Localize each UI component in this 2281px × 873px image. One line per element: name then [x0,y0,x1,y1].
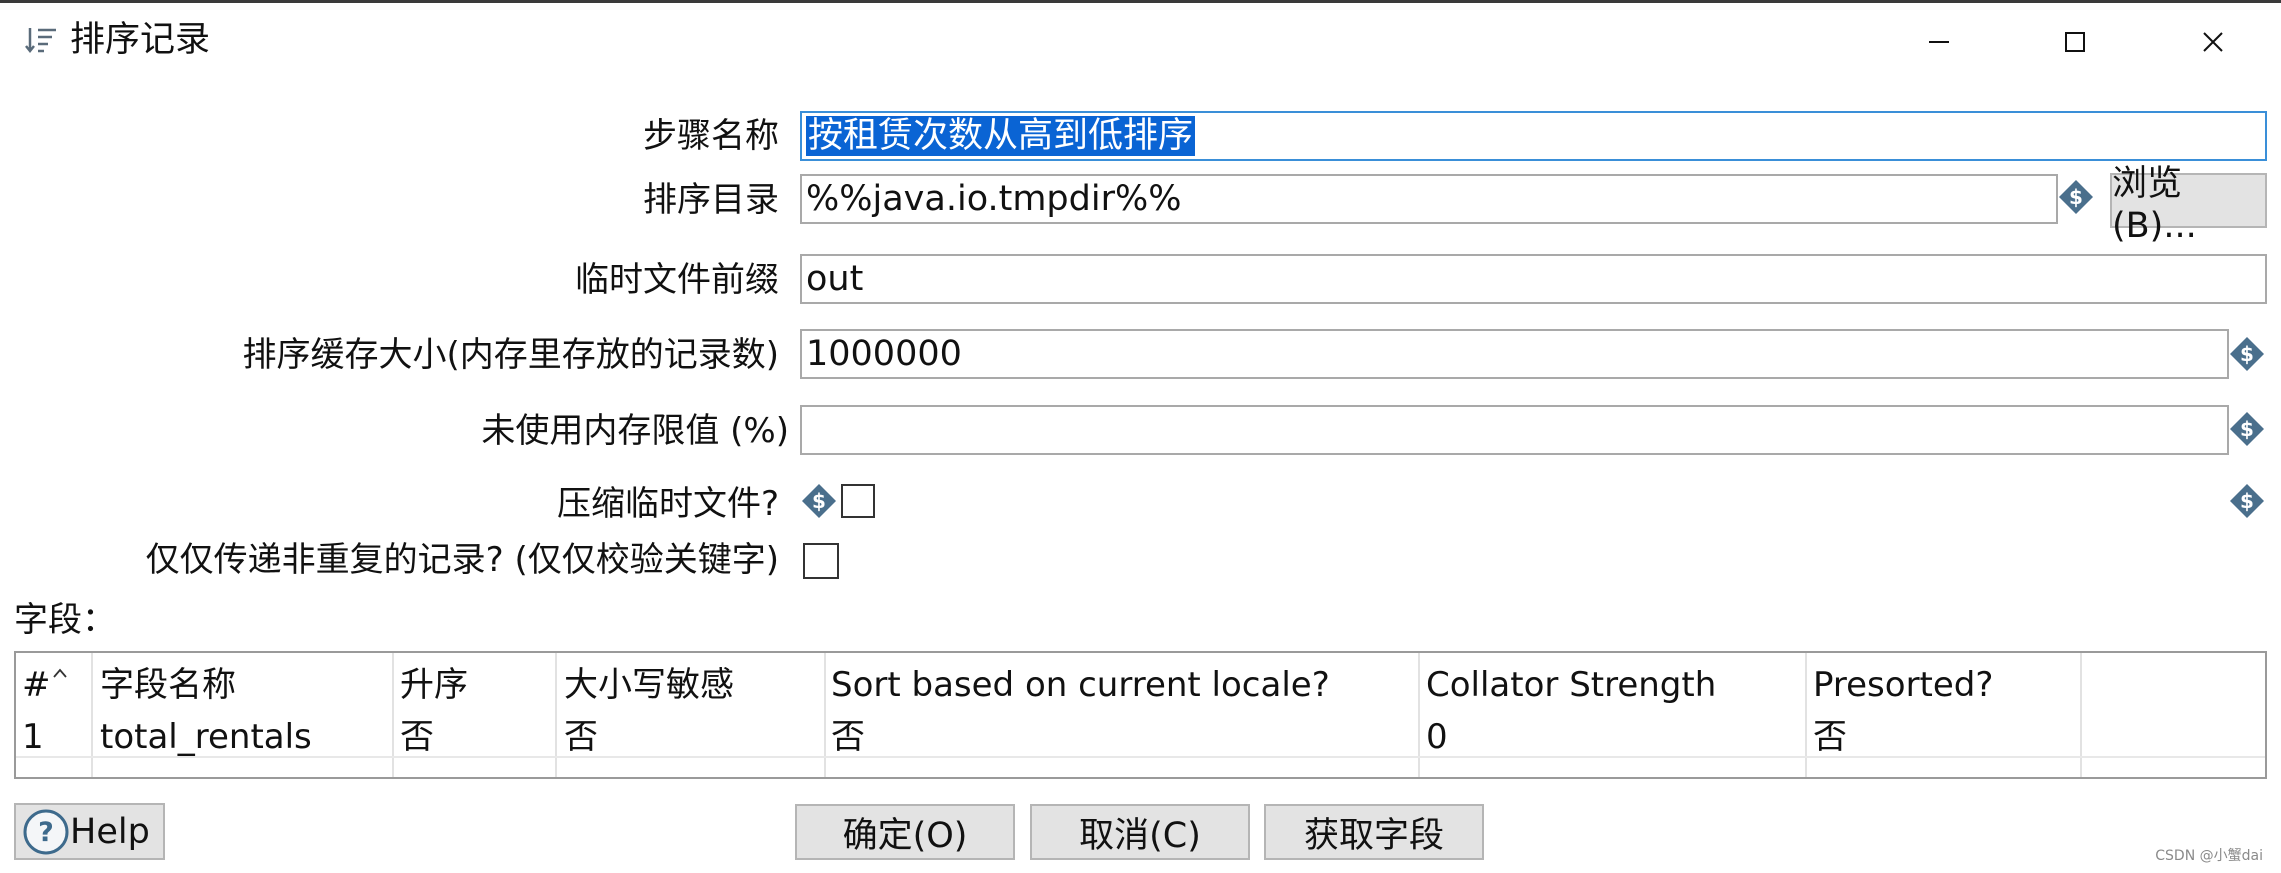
column-header-field-name[interactable]: 字段名称 [100,663,236,707]
browse-button-label: 浏览(B)... [2112,164,2197,246]
column-divider [392,653,394,777]
column-divider [824,653,826,777]
column-header-case-sensitive[interactable]: 大小写敏感 [564,663,734,707]
column-header-presorted[interactable]: Presorted? [1813,663,1993,707]
minimize-icon [1929,41,1949,43]
window-title: 排序记录 [70,20,211,60]
variable-icon[interactable]: $ [2057,178,2095,216]
step-name-input[interactable]: 按租赁次数从高到低排序 [800,111,2267,161]
table-cell-index[interactable]: 1 [22,715,44,759]
temp-prefix-label: 临时文件前缀 [575,260,779,300]
row-divider [16,756,2265,758]
step-name-label: 步骤名称 [643,116,779,156]
get-fields-button[interactable]: 获取字段 [1264,804,1484,860]
svg-text:$: $ [2069,185,2083,209]
temp-prefix-input[interactable]: out [800,254,2267,304]
maximize-button[interactable] [2040,14,2110,70]
column-header-index-label: # [22,665,51,705]
minimize-button[interactable] [1904,14,1974,70]
window-top-border [0,0,2281,3]
column-divider [555,653,557,777]
svg-text:$: $ [2240,489,2254,513]
sort-ascending-icon [52,668,67,678]
unique-rows-checkbox[interactable] [803,543,839,579]
unique-rows-label: 仅仅传递非重复的记录? (仅仅校验关键字) [145,540,779,580]
browse-button[interactable]: 浏览(B)... [2110,164,2267,246]
help-button[interactable]: ? Help [14,803,165,860]
table-cell-presorted[interactable]: 否 [1813,715,1847,759]
compress-checkbox[interactable] [841,484,875,518]
sort-rows-icon [25,28,56,54]
free-memory-label: 未使用内存限值 (%) [481,411,789,451]
svg-text:$: $ [812,489,826,513]
step-name-value: 按租赁次数从高到低排序 [806,116,1196,156]
close-button[interactable] [2178,14,2248,70]
close-icon [2203,32,2223,52]
maximize-icon [2065,32,2085,52]
compress-label: 压缩临时文件? [556,484,779,524]
get-fields-button-label: 获取字段 [1303,815,1444,856]
table-cell-field-name[interactable]: total_rentals [100,715,312,759]
column-divider [1805,653,1807,777]
column-header-ascending[interactable]: 升序 [400,663,468,707]
table-cell-case-sensitive[interactable]: 否 [564,715,598,759]
svg-text:?: ? [38,817,54,848]
fields-table[interactable]: # 字段名称 升序 大小写敏感 Sort based on current lo… [14,651,2267,779]
table-cell-locale[interactable]: 否 [831,715,865,759]
svg-text:$: $ [2240,417,2254,441]
cancel-button-label: 取消(C) [1079,815,1201,856]
sort-size-label: 排序缓存大小(内存里存放的记录数) [242,335,779,375]
free-memory-input[interactable] [800,405,2229,455]
variable-icon[interactable]: $ [800,482,838,520]
column-header-collator-strength[interactable]: Collator Strength [1426,663,1716,707]
svg-text:$: $ [2240,342,2254,366]
variable-icon[interactable]: $ [2228,335,2266,373]
watermark: CSDN @小蟹dai [2155,848,2263,864]
column-divider [91,653,93,777]
column-header-index[interactable]: # [22,663,68,707]
variable-icon[interactable]: $ [2228,410,2266,448]
cancel-button[interactable]: 取消(C) [1030,804,1250,860]
variable-icon[interactable]: $ [2228,482,2266,520]
ok-button-label: 确定(O) [842,815,968,856]
table-cell-ascending[interactable]: 否 [400,715,434,759]
fields-label: 字段： [14,600,116,640]
sort-size-input[interactable]: 1000000 [800,329,2229,379]
column-header-locale[interactable]: Sort based on current locale? [831,663,1330,707]
sort-directory-label: 排序目录 [643,180,779,220]
ok-button[interactable]: 确定(O) [795,804,1015,860]
column-divider [2080,653,2082,777]
column-divider [1418,653,1420,777]
table-cell-collator-strength[interactable]: 0 [1426,715,1448,759]
help-button-label: Help [70,811,150,852]
help-icon: ? [23,809,69,854]
sort-directory-input[interactable]: %%java.io.tmpdir%% [800,174,2058,224]
